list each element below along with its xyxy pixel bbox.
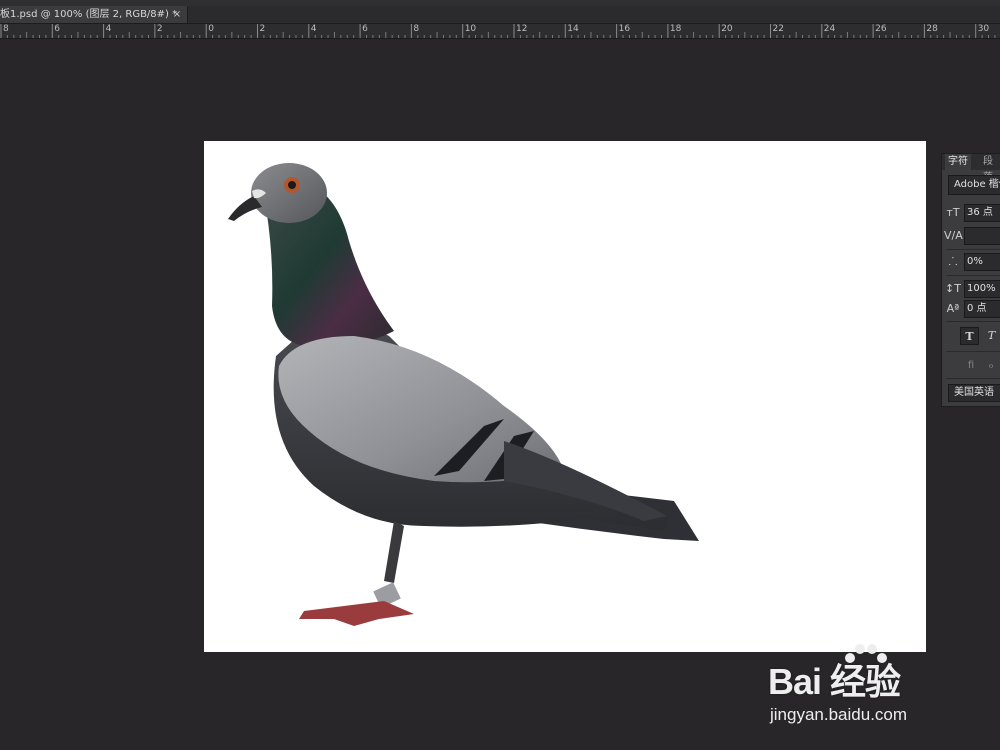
ruler-label: 22 — [772, 24, 784, 34]
ruler-label: 10 — [464, 24, 477, 34]
ruler-label: 6 — [54, 24, 61, 34]
document-tab-bar: 板1.psd @ 100% (图层 2, RGB/8#) * × — [0, 6, 1000, 24]
ruler-ticks — [0, 24, 996, 38]
baidu-watermark: Bai 经验 jingyan.baidu.com — [768, 642, 968, 732]
ruler-label: 4 — [310, 24, 317, 34]
ruler-label: 28 — [926, 24, 938, 34]
ruler-label: 2 — [259, 24, 266, 34]
baseline-shift-field[interactable]: 0 点 — [964, 300, 1000, 318]
ruler-label: 20 — [721, 24, 733, 34]
faux-bold-button[interactable]: T — [960, 327, 979, 345]
ruler-label: 4 — [105, 24, 112, 34]
ruler-label: 18 — [669, 24, 682, 34]
tab-paragraph[interactable]: 段落 — [980, 154, 1000, 183]
font-family-select[interactable]: Adobe 楷体 — [948, 175, 1000, 195]
horizontal-ruler[interactable]: 8 6 4 2 0 2 4 6 8 10 12 14 16 18 20 22 24 26 28 30 — [0, 24, 1000, 39]
character-panel: 字符 段落 Adobe 楷体 ᴛT 36 点 V/A ⸫ 0% ↕T 100% … — [941, 153, 1000, 407]
panel-tab-strip: 字符 段落 — [942, 154, 1000, 183]
panel-divider — [946, 351, 1000, 352]
document-tab-title: 板1.psd @ 100% (图层 2, RGB/8#) * — [0, 9, 178, 20]
ruler-label: 12 — [516, 24, 528, 34]
baseline-shift-icon: Aª — [946, 302, 960, 315]
kerning-row: V/A — [942, 226, 1000, 246]
ruler-label: 14 — [567, 24, 579, 34]
document-tab[interactable]: 板1.psd @ 100% (图层 2, RGB/8#) * × — [0, 6, 188, 23]
baseline-shift-row: Aª 0 点 — [942, 299, 1000, 319]
watermark-brand: Bai 经验 — [768, 661, 901, 702]
ruler-label: 24 — [823, 24, 836, 34]
panel-divider — [946, 321, 1000, 322]
ligature-icon[interactable]: ﬁ — [964, 359, 978, 373]
tracking-icon: ⸫ — [948, 255, 958, 268]
swash-icon[interactable]: ℴ — [984, 359, 998, 373]
ruler-label: 30 — [977, 24, 990, 34]
vertical-scale-icon: ↕T — [945, 282, 961, 295]
photoshop-window: 板1.psd @ 100% (图层 2, RGB/8#) * × 8642024… — [0, 0, 1000, 750]
vertical-scale-row: ↕T 100% — [942, 279, 1000, 299]
tracking-field[interactable]: 0% — [964, 253, 1000, 271]
document-canvas[interactable] — [204, 141, 926, 652]
ruler-label: 8 — [3, 24, 9, 34]
panel-divider — [946, 378, 1000, 379]
font-size-field[interactable]: 36 点 — [964, 204, 1000, 222]
font-size-icon: ᴛT — [946, 206, 960, 219]
ruler-label: 0 — [208, 24, 214, 34]
ruler-label: 8 — [413, 24, 420, 34]
kerning-field[interactable] — [964, 227, 1000, 245]
panel-divider — [946, 275, 1000, 276]
watermark-url: jingyan.baidu.com — [770, 705, 908, 724]
ruler-label: 2 — [156, 24, 163, 34]
panel-divider — [946, 249, 1000, 250]
ruler-label: 26 — [875, 24, 887, 34]
ruler-label: 6 — [362, 24, 368, 34]
kerning-icon: V/A — [944, 229, 963, 242]
close-tab-icon[interactable]: × — [172, 6, 182, 23]
ruler-label: 16 — [618, 24, 631, 34]
pigeon-image — [228, 163, 699, 626]
tracking-row: ⸫ 0% — [942, 252, 1000, 272]
vertical-scale-field[interactable]: 100% — [964, 280, 1000, 298]
font-size-row: ᴛT 36 点 — [942, 203, 1000, 223]
language-select[interactable]: 美国英语 — [948, 384, 1000, 402]
faux-italic-button[interactable]: T — [982, 327, 1000, 345]
tab-character[interactable]: 字符 — [945, 154, 971, 170]
